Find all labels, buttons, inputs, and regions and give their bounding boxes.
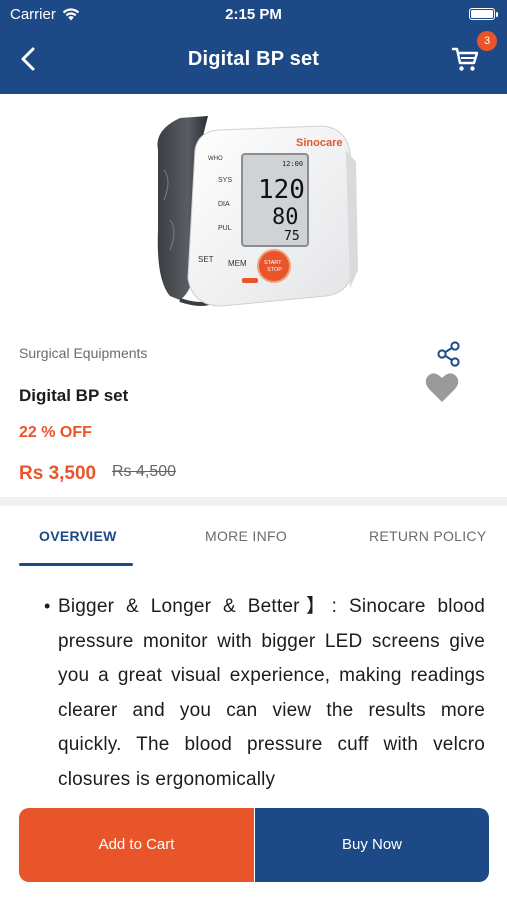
details-tabs: OVERVIEW MORE INFO RETURN POLICY (0, 506, 507, 568)
section-divider (0, 497, 507, 506)
svg-text:START: START (264, 260, 282, 266)
page-title: Digital BP set (187, 48, 320, 70)
svg-text:MEM: MEM (228, 259, 247, 268)
product-name: Digital BP set (19, 386, 129, 405)
status-time: 2:15 PM (225, 6, 282, 23)
status-bar: Carrier 2:15 PM (0, 0, 507, 28)
heart-icon[interactable] (424, 370, 460, 404)
product-price: Rs 3,500 (19, 463, 97, 484)
svg-text:WHO: WHO (208, 156, 223, 162)
svg-text:Sinocare: Sinocare (296, 137, 342, 149)
add-to-cart-button[interactable]: Add to Cart (19, 808, 254, 882)
svg-text:STOP: STOP (267, 267, 282, 273)
buy-now-button[interactable]: Buy Now (255, 808, 489, 882)
svg-text:80: 80 (272, 205, 299, 230)
battery-icon (469, 8, 498, 20)
active-tab-indicator (19, 563, 133, 566)
overview-text: Bigger & Longer & Better】: Sinocare bloo… (58, 596, 485, 790)
svg-text:SET: SET (198, 255, 214, 264)
bottom-action-bar: Add to Cart Buy Now (19, 808, 489, 882)
svg-text:120: 120 (258, 175, 305, 205)
bullet: • (44, 596, 51, 616)
tab-overview[interactable]: OVERVIEW (39, 528, 117, 544)
svg-text:PUL: PUL (218, 225, 232, 232)
svg-text:12:00: 12:00 (282, 160, 303, 168)
product-category: Surgical Equipments (19, 345, 148, 361)
tab-more-info[interactable]: MORE INFO (205, 528, 287, 544)
overview-content: • Bigger & Longer & Better】: Sinocare bl… (0, 590, 507, 810)
discount-label: 22 % OFF (19, 424, 92, 441)
svg-text:DIA: DIA (218, 201, 230, 208)
cart-count-badge: 3 (477, 31, 497, 51)
share-icon[interactable] (436, 341, 462, 367)
original-price: Rs 4,500 (112, 463, 177, 480)
svg-text:75: 75 (284, 229, 300, 244)
product-image-area: Sinocare WHO SYS DIA PUL 12:00 120 80 75… (0, 94, 507, 402)
product-image[interactable]: Sinocare WHO SYS DIA PUL 12:00 120 80 75… (150, 110, 360, 310)
svg-text:SYS: SYS (218, 177, 232, 184)
cart-icon[interactable] (450, 44, 480, 74)
app-header: Carrier 2:15 PM Digital BP set 3 (0, 0, 507, 94)
tab-return-policy[interactable]: RETURN POLICY (369, 528, 486, 544)
